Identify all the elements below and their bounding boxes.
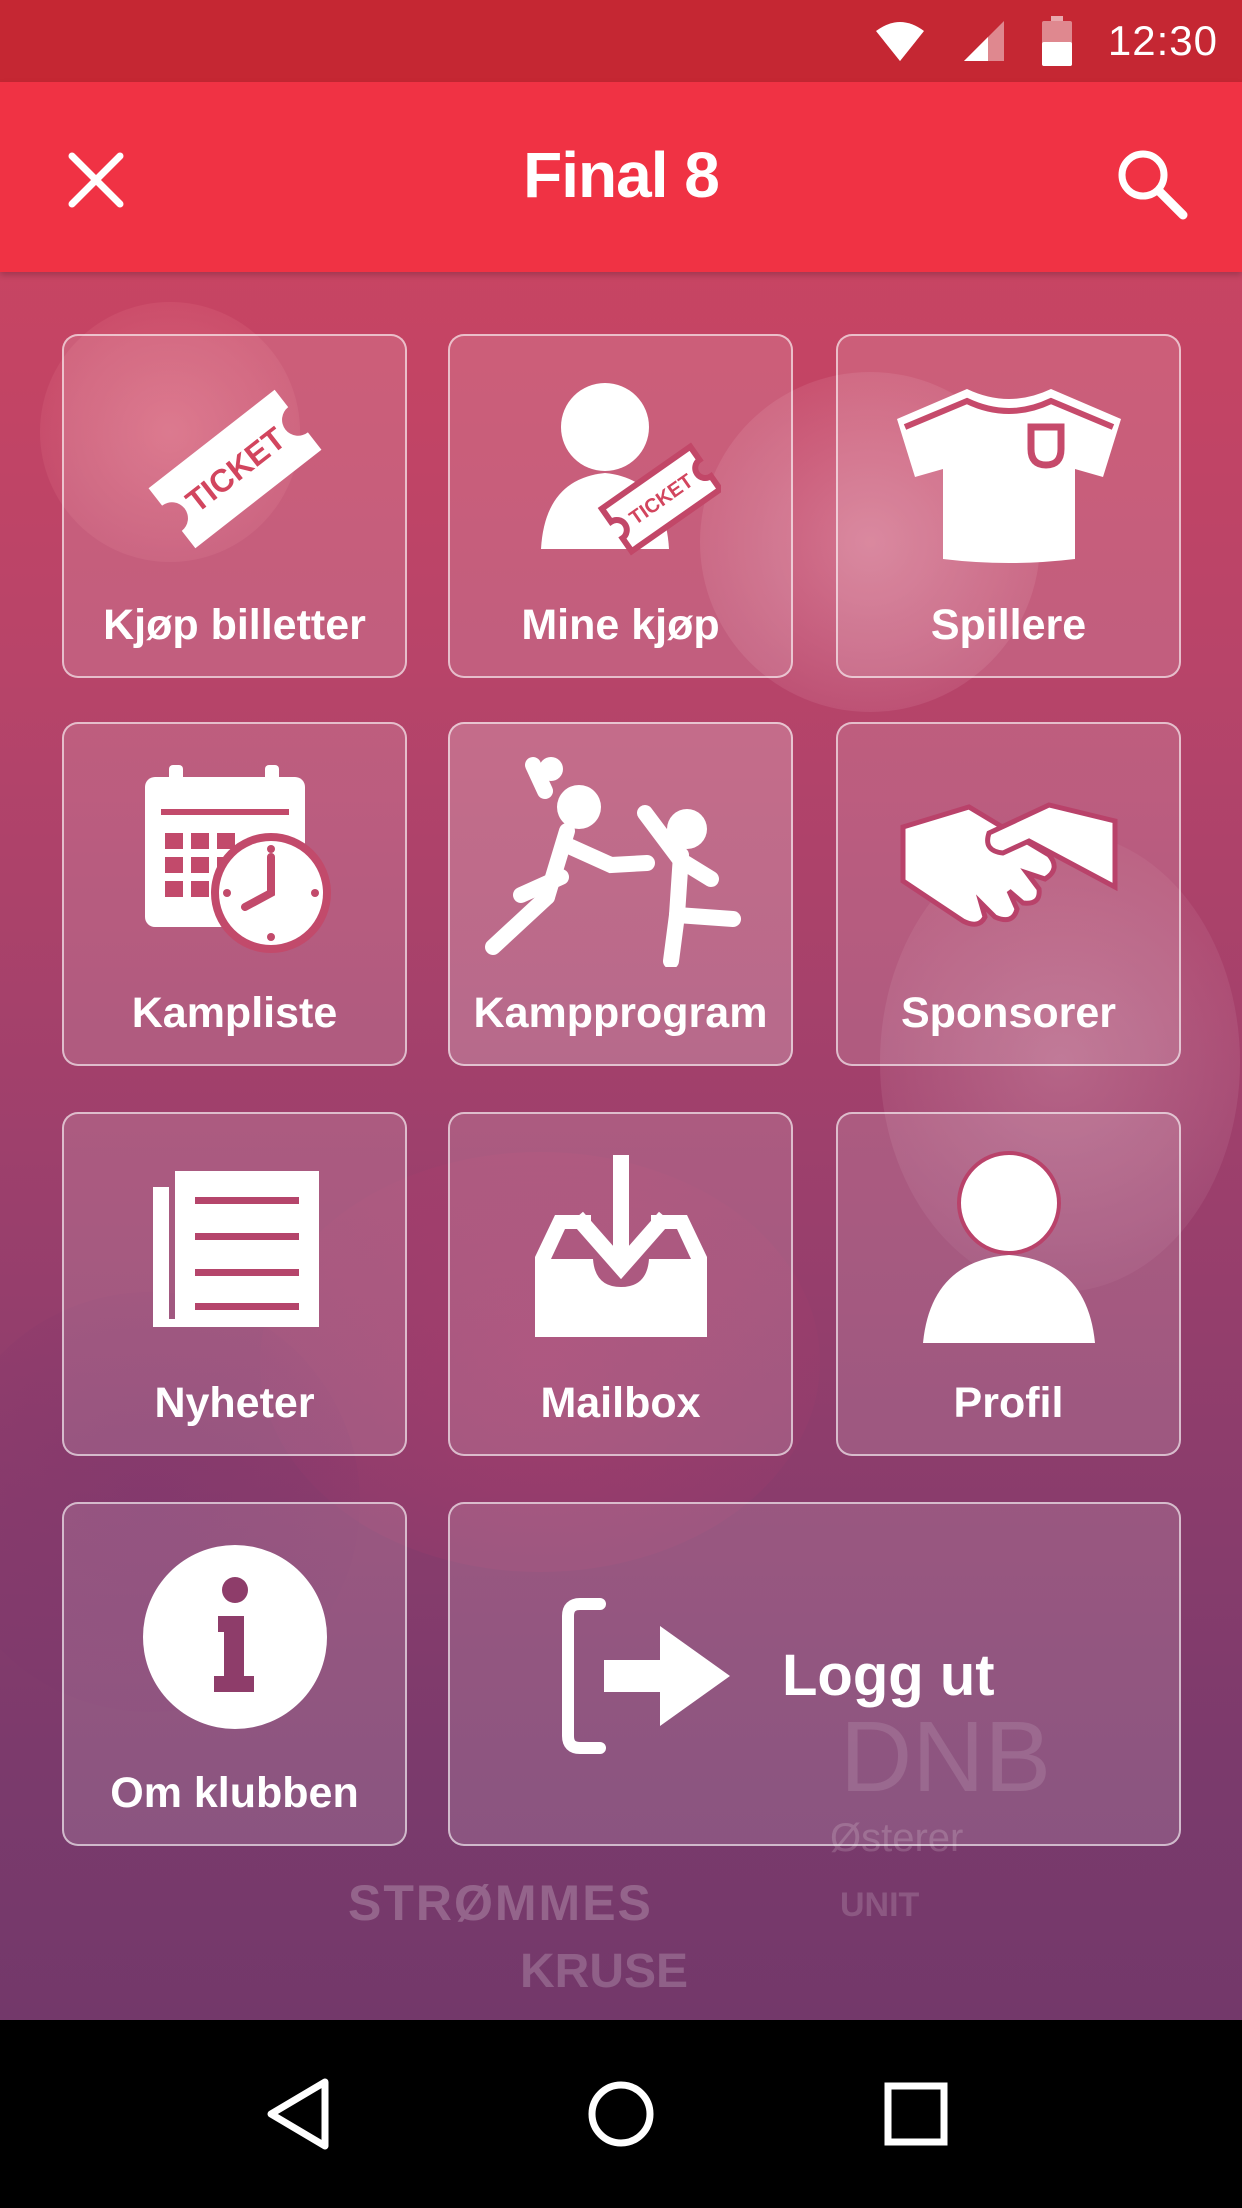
menu-tile-om-klubben[interactable]: Om klubben	[62, 1502, 407, 1846]
menu-tile-label: Kampliste	[131, 989, 338, 1037]
menu-tile-mailbox[interactable]: Mailbox	[448, 1112, 793, 1456]
handshake-icon	[838, 762, 1179, 952]
menu-tile-label: Kampprogram	[473, 989, 768, 1037]
background-jersey-text: UNIT	[840, 1886, 920, 1924]
menu-tile-spillere[interactable]: Spillere	[836, 334, 1181, 678]
logout-icon	[560, 1596, 740, 1756]
menu-tile-sponsorer[interactable]: Sponsorer	[836, 722, 1181, 1066]
inbox-download-icon	[450, 1152, 791, 1342]
menu-tile-kampprogram[interactable]: Kampprogram	[448, 722, 793, 1066]
handball-players-icon	[450, 757, 791, 967]
user-ticket-icon: TICKET	[450, 374, 791, 564]
logout-button[interactable]: Logg ut	[448, 1502, 1181, 1846]
system-nav-bar	[0, 2020, 1242, 2208]
calendar-clock-icon	[64, 762, 405, 953]
background-jersey-text: STRØMMES	[348, 1875, 653, 1931]
app-screen: STRØMMES KRUSE DNB Østerer UNIT 12:30 Fi…	[0, 0, 1242, 2208]
menu-tile-label: Kjøp billetter	[103, 601, 366, 649]
menu-tile-label: Mine kjøp	[521, 601, 720, 649]
jersey-icon	[838, 374, 1179, 564]
menu-tile-label: Nyheter	[154, 1379, 315, 1427]
menu-tile-label: Profil	[953, 1379, 1064, 1427]
status-bar: 12:30	[0, 0, 1242, 82]
background-jersey-text: KRUSE	[520, 1945, 689, 1998]
logout-label: Logg ut	[782, 1643, 995, 1708]
menu-tile-kjop-billetter[interactable]: TICKET Kjøp billetter	[62, 334, 407, 678]
menu-tile-profil[interactable]: Profil	[836, 1112, 1181, 1456]
wifi-icon	[874, 19, 926, 63]
page-title: Final 8	[523, 139, 720, 211]
battery-icon	[1041, 16, 1072, 66]
menu-tile-label: Sponsorer	[900, 989, 1117, 1037]
menu-tile-kampliste[interactable]: Kampliste	[62, 722, 407, 1066]
cellular-signal-icon	[962, 19, 1006, 63]
menu-tile-nyheter[interactable]: Nyheter	[62, 1112, 407, 1456]
ticket-icon: TICKET	[64, 374, 405, 564]
menu-tile-label: Mailbox	[540, 1379, 701, 1427]
person-icon	[838, 1151, 1179, 1343]
recents-icon[interactable]	[866, 2064, 966, 2164]
menu-tile-label: Spillere	[930, 601, 1087, 649]
back-icon[interactable]	[248, 2064, 348, 2164]
search-icon[interactable]	[1106, 138, 1196, 228]
menu-tile-mine-kjop[interactable]: TICKET Mine kjøp	[448, 334, 793, 678]
info-icon	[64, 1542, 405, 1732]
status-clock: 12:30	[1107, 17, 1218, 64]
menu-tile-label: Om klubben	[110, 1769, 359, 1817]
app-bar: Final 8	[0, 82, 1242, 272]
newspaper-icon	[64, 1152, 405, 1342]
home-icon[interactable]	[571, 2064, 671, 2164]
